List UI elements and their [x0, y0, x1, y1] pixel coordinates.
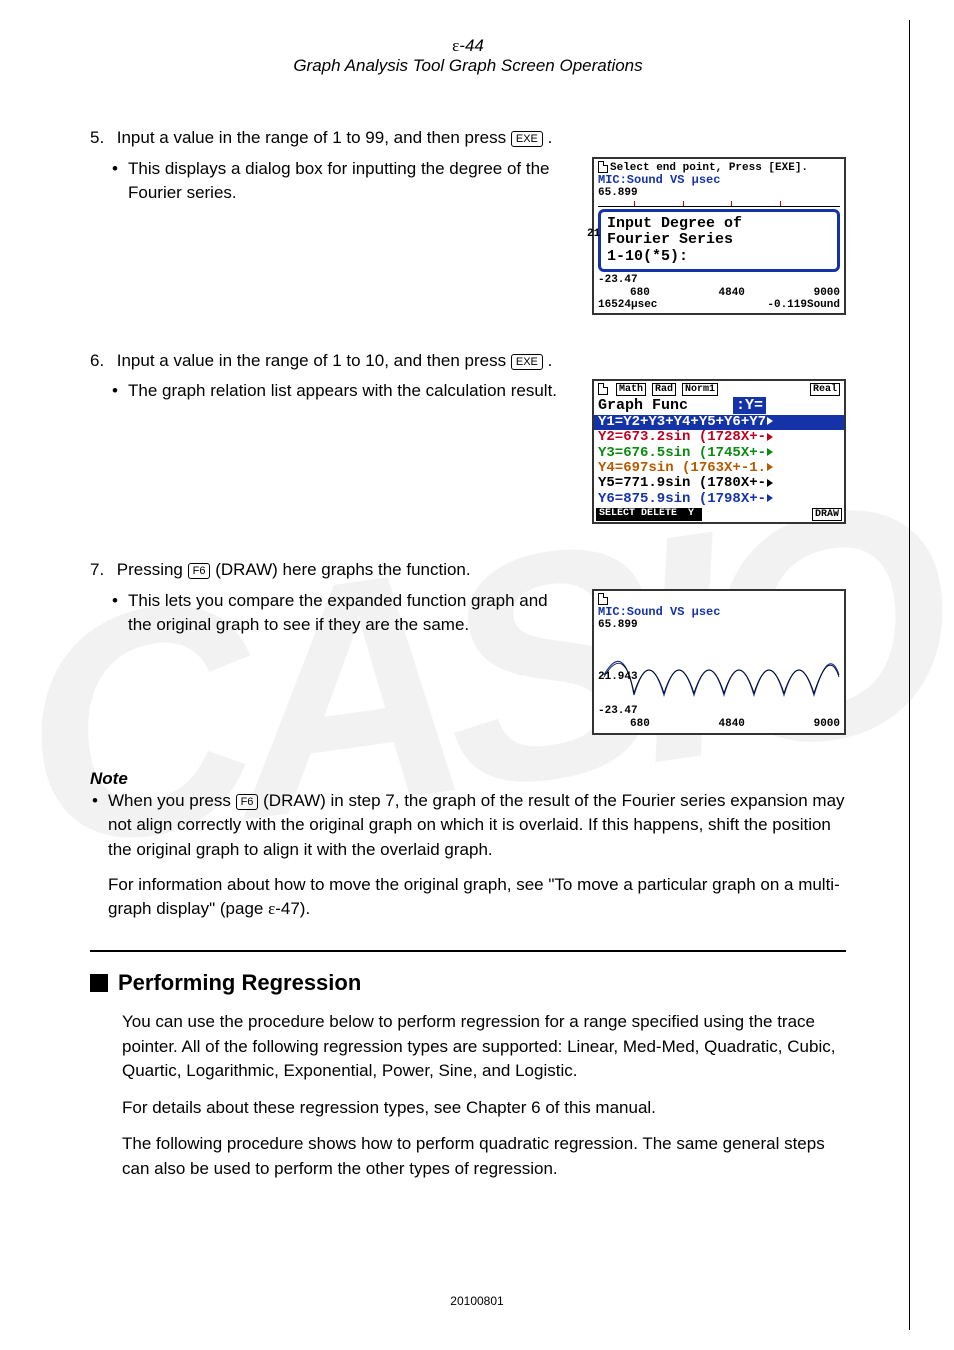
exe-key-icon: EXE [511, 131, 543, 147]
section-paragraph: The following procedure shows how to per… [90, 1132, 846, 1181]
scr-mic-label: MIC:Sound VS μsec [598, 174, 840, 187]
fourier-dialog-screenshot: Select end point, Press [EXE]. MIC:Sound… [592, 157, 846, 315]
footer-right: -0.119Sound [767, 299, 840, 311]
select-button: SELECT [596, 508, 638, 521]
arrow-right-icon [767, 463, 773, 471]
x-tick: 680 [630, 287, 650, 299]
y-neg-value: -23.47 [598, 274, 638, 286]
mid-value: 21.943 [598, 671, 638, 683]
arrow-right-icon [767, 494, 773, 502]
note-bullet: When you press F6 (DRAW) in step 7, the … [108, 789, 846, 863]
note-text: For information about how to move the or… [108, 875, 840, 919]
y-button: Y [680, 508, 702, 521]
x-tick: 4840 [719, 287, 745, 299]
draw-result-screenshot: MIC:Sound VS μsec 65.899 21.943 -23.47 6… [592, 589, 846, 735]
page-icon [598, 383, 608, 395]
x-tick: 9000 [814, 287, 840, 299]
mode-chip: Rad [652, 383, 676, 396]
dialog-line: Input Degree of [607, 216, 831, 233]
step-text: Input a value in the range of 1 to 99, a… [117, 128, 511, 147]
y5-line: Y5=771.9sin (1780X+- [594, 476, 844, 491]
step-bullet: This displays a dialog box for inputting… [90, 157, 572, 206]
dialog-line: 1-10(*5): [607, 249, 831, 266]
draw-button: DRAW [812, 508, 842, 521]
step-text: Input a value in the range of 1 to 10, a… [117, 351, 511, 370]
x-tick: 9000 [814, 718, 840, 730]
page-icon [598, 161, 608, 173]
dialog-line: Fourier Series [607, 232, 831, 249]
y2-line: Y2=673.2sin (1728X+- [594, 430, 844, 445]
x-tick: 680 [630, 718, 650, 730]
footer-date: 20100801 [0, 1294, 954, 1308]
page-num: -44 [459, 36, 484, 55]
scr-top-value: 65.899 [598, 187, 840, 199]
mode-chip: Math [616, 383, 646, 396]
step-text: . [548, 351, 553, 370]
arrow-right-icon [767, 417, 773, 425]
y1-line: Y1=Y2+Y3+Y4+Y5+Y6+Y7 [594, 415, 844, 430]
section-title: Performing Regression [118, 970, 361, 996]
y6-line: Y6=875.9sin (1798X+- [594, 492, 844, 507]
y-neg-value: -23.47 [598, 705, 638, 717]
step-5: 5. Input a value in the range of 1 to 99… [90, 126, 846, 315]
step-bullet: This lets you compare the expanded funct… [90, 589, 572, 638]
graph-func-list-screenshot: Math Rad Norm1 Real Graph Func :Y= Y1=Y2… [592, 379, 846, 524]
f6-key-icon: F6 [236, 794, 259, 810]
mode-chip: Norm1 [682, 383, 718, 396]
footer-left: 16524μsec [598, 299, 657, 311]
step-text: (DRAW) here graphs the function. [215, 560, 470, 579]
note-paragraph: For information about how to move the or… [108, 873, 846, 922]
section-paragraph: You can use the procedure below to perfo… [90, 1010, 846, 1084]
note-heading: Note [90, 769, 846, 789]
step-7: 7. Pressing F6 (DRAW) here graphs the fu… [90, 558, 846, 734]
scr-titlebar: Select end point, Press [EXE]. [610, 162, 808, 174]
step-number: 6. [90, 349, 112, 374]
y4-line: Y4=697sin (1763X+-1. [594, 461, 844, 476]
exe-key-icon: EXE [511, 354, 543, 370]
page-title: Graph Analysis Tool Graph Screen Operati… [90, 56, 846, 76]
arrow-right-icon [767, 479, 773, 487]
x-tick: 4840 [719, 718, 745, 730]
graph-func-label: Graph Func [598, 397, 688, 414]
step-text: . [548, 128, 553, 147]
y-equals-label: :Y= [733, 397, 766, 414]
note-text: -47). [275, 899, 310, 918]
delete-button: DELETE [638, 508, 680, 521]
f6-key-icon: F6 [188, 563, 211, 579]
scr-top-value: 65.899 [598, 619, 840, 631]
section-heading: Performing Regression [90, 970, 846, 996]
note-text: When you press [108, 791, 236, 810]
arrow-right-icon [767, 433, 773, 441]
square-bullet-icon [90, 974, 108, 992]
step-6: 6. Input a value in the range of 1 to 10… [90, 349, 846, 524]
step-number: 5. [90, 126, 112, 151]
scr-mic-label: MIC:Sound VS μsec [598, 606, 840, 619]
overlay-plot: 21.943 [594, 635, 844, 703]
step-bullet: The graph relation list appears with the… [90, 379, 572, 404]
scr-side-value: 21 [587, 228, 600, 240]
arrow-right-icon [767, 448, 773, 456]
section-paragraph: For details about these regression types… [90, 1096, 846, 1121]
divider [90, 950, 846, 952]
y3-line: Y3=676.5sin (1745X+- [594, 446, 844, 461]
page-icon [598, 593, 608, 605]
page-header: ε-44 Graph Analysis Tool Graph Screen Op… [90, 36, 846, 76]
mode-chip: Real [810, 383, 840, 396]
fourier-degree-dialog: 21 Input Degree of Fourier Series 1-10(*… [598, 209, 840, 273]
step-text: Pressing [117, 560, 188, 579]
step-number: 7. [90, 558, 112, 583]
